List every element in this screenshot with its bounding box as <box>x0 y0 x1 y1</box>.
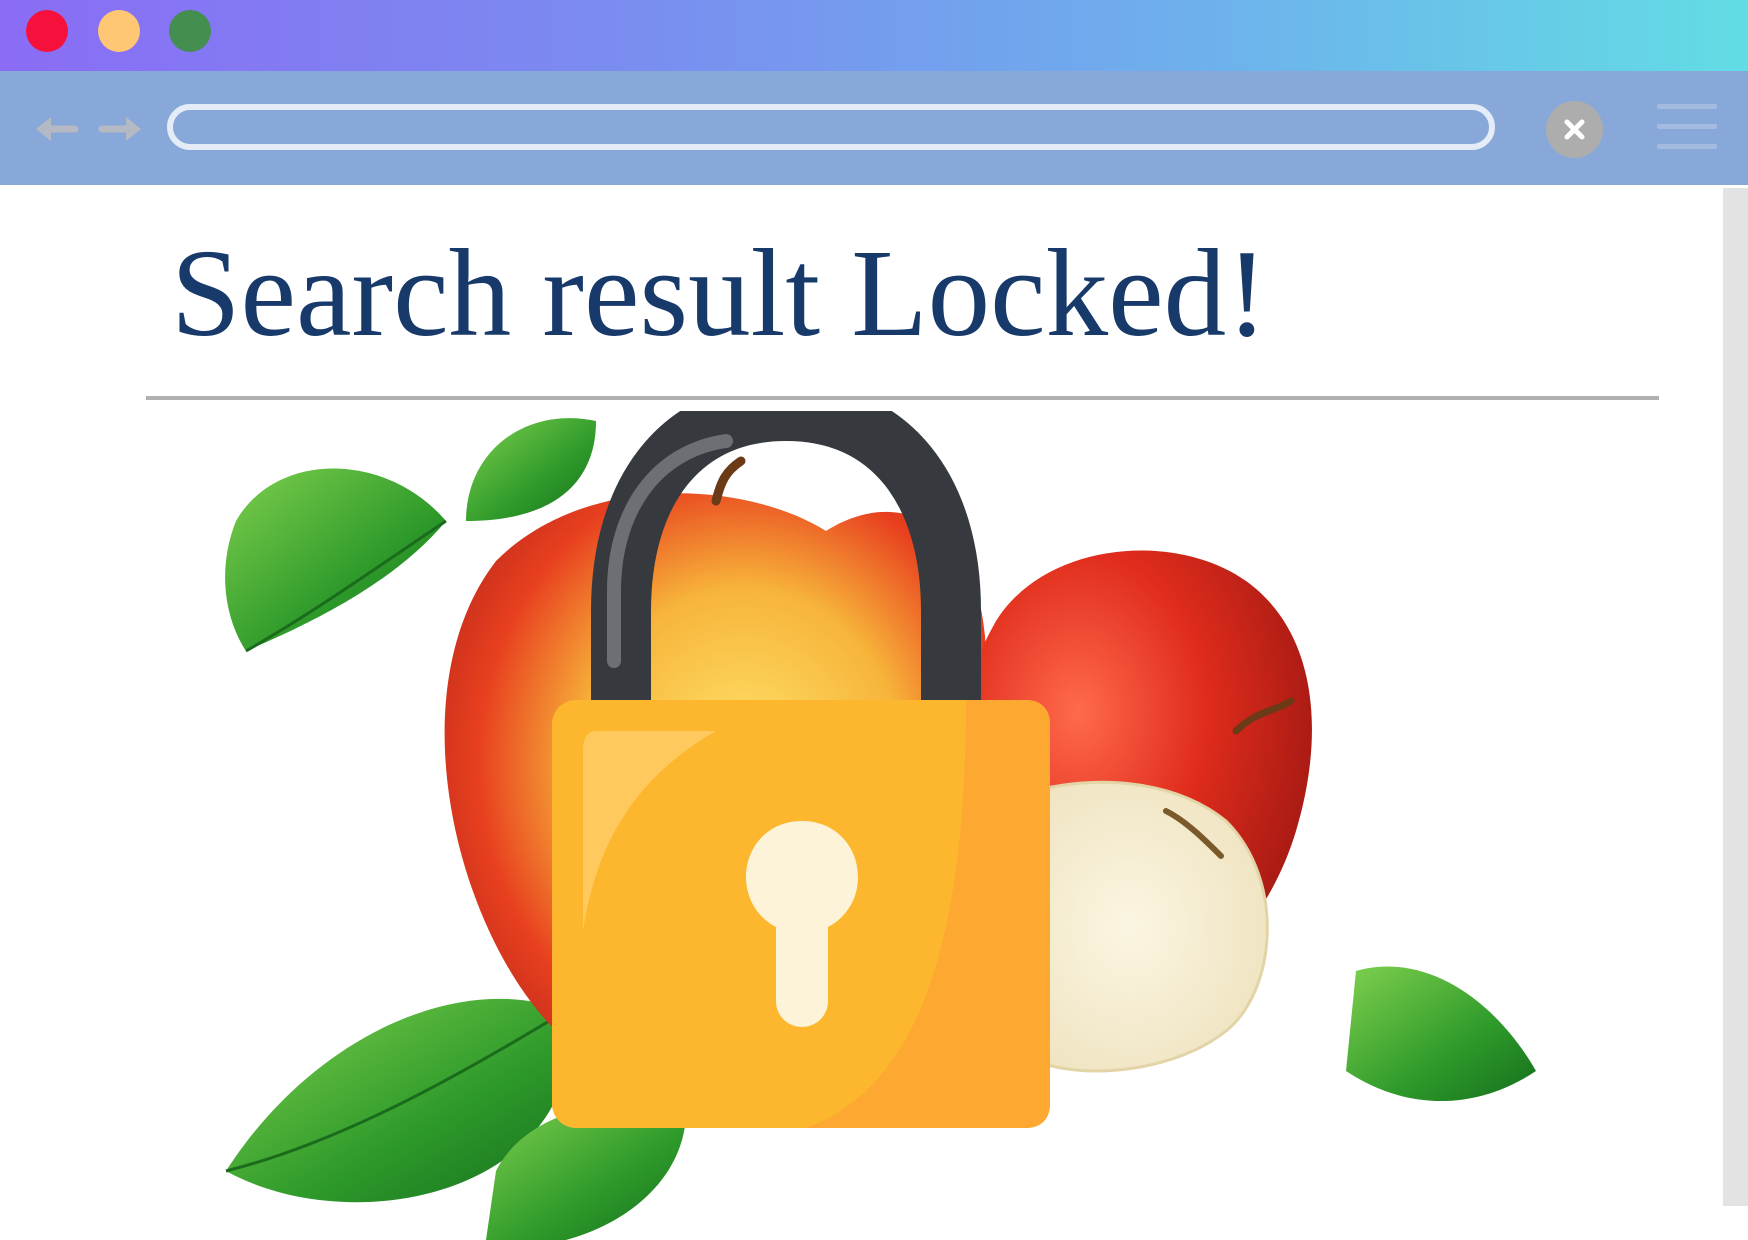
locked-result-image <box>166 411 1563 1240</box>
address-bar[interactable] <box>167 104 1495 150</box>
window-title-bar <box>0 0 1748 71</box>
arrow-left-icon <box>36 117 79 141</box>
menu-bar-line <box>1657 124 1717 129</box>
forward-button[interactable] <box>98 109 146 149</box>
menu-bar-line <box>1657 144 1717 149</box>
page-title: Search result Locked! <box>171 225 1268 363</box>
window-close-dot[interactable] <box>26 10 68 52</box>
menu-bar-line <box>1657 104 1717 109</box>
title-divider <box>146 396 1659 400</box>
leaf-top-left <box>225 468 446 651</box>
window-minimize-dot[interactable] <box>98 10 140 52</box>
address-input[interactable] <box>173 110 1489 144</box>
back-button[interactable] <box>31 109 79 149</box>
close-tab-button[interactable] <box>1546 101 1603 158</box>
vertical-scrollbar[interactable] <box>1723 188 1748 1206</box>
leaf-bottom-right <box>1346 966 1536 1101</box>
apples-with-padlock-illustration <box>225 411 1536 1240</box>
close-icon <box>1564 119 1585 140</box>
leaf-top-left-2 <box>466 418 596 521</box>
browser-toolbar <box>0 71 1748 185</box>
apple-slice <box>1014 780 1269 1073</box>
hamburger-menu-button[interactable] <box>1657 104 1717 152</box>
window-maximize-dot[interactable] <box>169 10 211 52</box>
arrow-right-icon <box>98 117 141 141</box>
